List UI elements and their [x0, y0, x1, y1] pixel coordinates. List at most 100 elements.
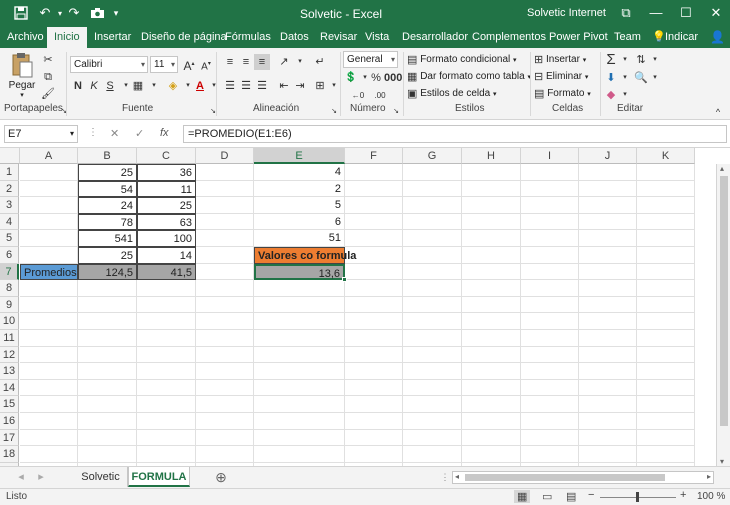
redo-icon[interactable]: ↷	[65, 4, 83, 22]
decrease-indent-icon[interactable]: ⇤	[276, 78, 292, 94]
cell-g5[interactable]	[403, 230, 462, 247]
cell-d1[interactable]	[196, 164, 254, 181]
clear-dropdown-icon[interactable]: ▾	[617, 87, 633, 103]
decrease-decimal-icon[interactable]: .00	[372, 88, 388, 104]
cell-i15[interactable]	[521, 396, 579, 413]
zoom-slider-thumb[interactable]	[636, 492, 639, 502]
formula-bar-grip-icon[interactable]: ⋮	[88, 127, 98, 138]
cell-j5[interactable]	[579, 230, 637, 247]
cell-e7[interactable]: 13,6	[254, 263, 345, 281]
borders-dropdown-icon[interactable]: ▾	[146, 78, 162, 94]
insert-cells-button[interactable]: ⊞ Insertar ▾	[534, 53, 586, 66]
cell-e4[interactable]: 6	[254, 213, 345, 231]
cell-b3[interactable]: 24	[78, 197, 137, 214]
paste-button[interactable]: Pegar ▾	[8, 52, 36, 99]
cell-k17[interactable]	[637, 429, 695, 447]
cell-g8[interactable]	[403, 280, 462, 297]
cell-i11[interactable]	[521, 330, 579, 347]
column-header-d[interactable]: D	[196, 148, 254, 164]
cell-c5[interactable]: 100	[137, 230, 196, 247]
cell-j17[interactable]	[579, 429, 637, 447]
cell-j3[interactable]	[579, 197, 637, 214]
cell-i5[interactable]	[521, 230, 579, 247]
cell-i4[interactable]	[521, 213, 579, 231]
cell-b9[interactable]	[78, 296, 137, 314]
number-launcher-icon[interactable]: ↘	[388, 104, 404, 120]
cell-a12[interactable]	[20, 346, 78, 364]
cell-d7[interactable]	[196, 263, 254, 281]
cell-h6[interactable]	[462, 247, 521, 264]
cell-j12[interactable]	[579, 346, 637, 364]
column-header-h[interactable]: H	[462, 148, 521, 164]
cell-f17[interactable]	[345, 429, 403, 447]
number-format-combo[interactable]: General ▾	[343, 51, 398, 68]
cell-h2[interactable]	[462, 180, 521, 198]
cell-d14[interactable]	[196, 379, 254, 397]
font-launcher-icon[interactable]: ↘	[205, 104, 221, 120]
cell-k16[interactable]	[637, 413, 695, 430]
cell-b2[interactable]: 54	[78, 180, 137, 198]
cell-i12[interactable]	[521, 346, 579, 364]
cell-e10[interactable]	[254, 313, 345, 330]
minimize-button[interactable]: —	[641, 3, 671, 23]
font-size-combo[interactable]: 11 ▾	[150, 56, 178, 73]
cell-e8[interactable]	[254, 280, 345, 297]
align-left-icon[interactable]: ☰	[222, 78, 238, 94]
undo-icon[interactable]: ↶	[36, 4, 54, 22]
cell-k7[interactable]	[637, 263, 695, 281]
cell-c10[interactable]	[137, 313, 196, 330]
cell-g1[interactable]	[403, 164, 462, 181]
column-header-b[interactable]: B	[78, 148, 137, 164]
row-header-7[interactable]: 7	[0, 263, 19, 281]
row-header-10[interactable]: 10	[0, 313, 19, 330]
row-header-11[interactable]: 11	[0, 330, 19, 347]
ribbon-display-options-icon[interactable]: ⧉	[611, 3, 641, 23]
row-header-13[interactable]: 13	[0, 363, 19, 380]
cell-h18[interactable]	[462, 446, 521, 463]
fill-handle[interactable]	[342, 277, 347, 283]
column-header-g[interactable]: G	[403, 148, 462, 164]
italic-icon[interactable]: K	[86, 78, 102, 94]
cell-b10[interactable]	[78, 313, 137, 330]
cell-d16[interactable]	[196, 413, 254, 430]
cell-a5[interactable]	[20, 230, 78, 247]
cell-a9[interactable]	[20, 296, 78, 314]
sheet-tab-formula[interactable]: FORMULA	[128, 467, 190, 487]
cell-f15[interactable]	[345, 396, 403, 413]
cell-f5[interactable]	[345, 230, 403, 247]
align-center-icon[interactable]: ☰	[238, 78, 254, 94]
cell-j18[interactable]	[579, 446, 637, 463]
cell-c14[interactable]	[137, 379, 196, 397]
cell-a14[interactable]	[20, 379, 78, 397]
cell-j13[interactable]	[579, 363, 637, 380]
lightbulb-icon[interactable]: 💡	[652, 27, 666, 48]
cell-k5[interactable]	[637, 230, 695, 247]
cell-k13[interactable]	[637, 363, 695, 380]
cell-f13[interactable]	[345, 363, 403, 380]
cell-a2[interactable]	[20, 180, 78, 198]
cell-c2[interactable]: 11	[137, 180, 196, 198]
sheet-tab-solvetic[interactable]: Solvetic	[74, 467, 128, 487]
cell-h1[interactable]	[462, 164, 521, 181]
cell-a3[interactable]	[20, 197, 78, 214]
cell-c15[interactable]	[137, 396, 196, 413]
cell-d13[interactable]	[196, 363, 254, 380]
row-header-8[interactable]: 8	[0, 280, 19, 297]
delete-cells-button[interactable]: ⊟ Eliminar ▾	[534, 70, 588, 83]
cell-g11[interactable]	[403, 330, 462, 347]
cell-g13[interactable]	[403, 363, 462, 380]
cell-j11[interactable]	[579, 330, 637, 347]
cell-e17[interactable]	[254, 429, 345, 447]
horizontal-scrollbar[interactable]: ◂ ▸	[452, 471, 714, 484]
cell-b17[interactable]	[78, 429, 137, 447]
column-header-f[interactable]: F	[345, 148, 403, 164]
bold-icon[interactable]: N	[70, 78, 86, 94]
scroll-up-icon[interactable]: ▴	[720, 164, 724, 173]
cell-d8[interactable]	[196, 280, 254, 297]
cell-f18[interactable]	[345, 446, 403, 463]
cell-h10[interactable]	[462, 313, 521, 330]
tab-formulas[interactable]: Fórmulas	[225, 27, 271, 48]
cell-d2[interactable]	[196, 180, 254, 198]
cell-a10[interactable]	[20, 313, 78, 330]
cell-k2[interactable]	[637, 180, 695, 198]
